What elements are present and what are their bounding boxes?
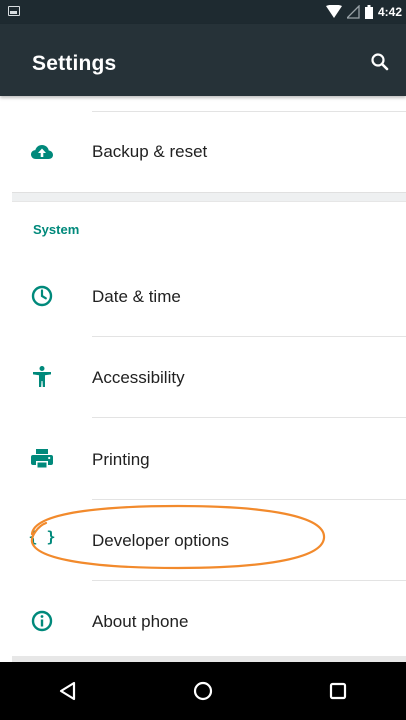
- page-title: Settings: [32, 52, 117, 75]
- settings-item-developer-options[interactable]: { } Developer options: [12, 500, 406, 581]
- settings-list: Backup & reset System Date & time Access…: [12, 96, 406, 662]
- back-icon: [59, 681, 75, 701]
- wifi-icon: [325, 5, 342, 18]
- settings-item-printing[interactable]: Printing: [12, 418, 406, 500]
- navigation-bar: [0, 662, 406, 720]
- status-icons: 4:42: [325, 3, 402, 21]
- printer-icon: [31, 449, 53, 469]
- home-button[interactable]: [178, 666, 228, 716]
- status-bar: 4:42: [0, 0, 406, 24]
- section-header-system: System: [33, 222, 80, 237]
- status-time: 4:42: [377, 5, 402, 19]
- settings-item-label: Backup & reset: [92, 142, 208, 161]
- image-notification-icon: [8, 6, 20, 16]
- search-button[interactable]: [368, 50, 392, 74]
- accessibility-icon: [33, 366, 51, 387]
- clock-icon: [31, 285, 53, 307]
- settings-item-label: Developer options: [92, 531, 230, 550]
- backup-icon: [31, 145, 53, 159]
- info-icon: [31, 610, 53, 632]
- settings-item-backup-reset[interactable]: Backup & reset: [12, 112, 406, 192]
- settings-item-label: Date & time: [92, 287, 181, 306]
- search-icon: [371, 53, 389, 71]
- settings-item-date-time[interactable]: Date & time: [12, 256, 406, 337]
- recents-icon: [330, 682, 347, 700]
- home-icon: [193, 681, 213, 701]
- cell-signal-icon: [346, 5, 360, 19]
- recents-button[interactable]: [313, 666, 363, 716]
- settings-item-label: Printing: [92, 450, 150, 469]
- back-button[interactable]: [43, 666, 93, 716]
- section-divider: [12, 192, 406, 202]
- settings-item-accessibility[interactable]: Accessibility: [12, 337, 406, 418]
- settings-item-about-phone[interactable]: About phone: [12, 581, 406, 656]
- settings-item-label: About phone: [92, 612, 189, 631]
- settings-item-label: Accessibility: [92, 368, 185, 387]
- app-bar: Settings: [0, 24, 406, 96]
- braces-icon: { }: [28, 528, 56, 546]
- battery-icon: [364, 5, 373, 19]
